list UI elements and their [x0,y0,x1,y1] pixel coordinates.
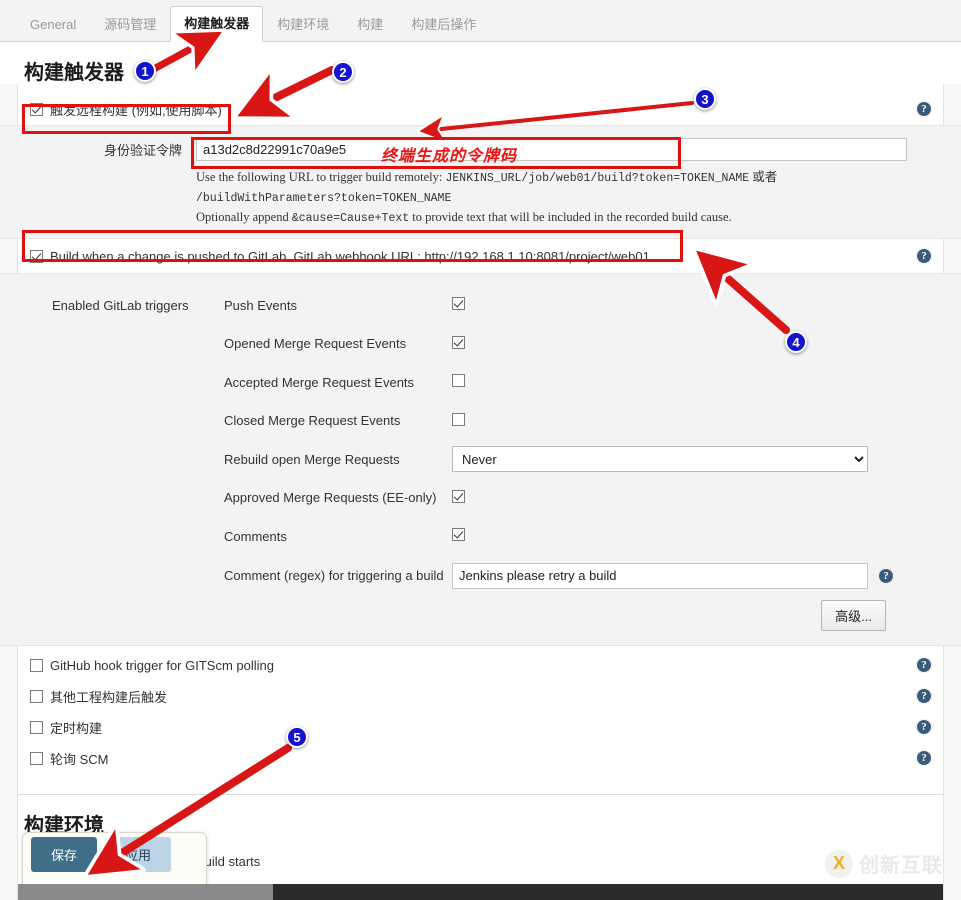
help-icon-scheduled-build[interactable]: ? [916,718,932,735]
annotation-marker-3: 3 [694,88,716,110]
trigger-name-closed-mr: Closed Merge Request Events [224,413,401,429]
table-row: Accepted Merge Request Events [0,363,961,402]
trigger-name-push: Push Events [224,297,297,313]
tab-post-build-actions[interactable]: 构建后操作 [397,9,490,42]
scheduled-build-label: 定时构建 [50,720,103,736]
comment-regex-input[interactable] [452,562,868,589]
help-icon-poll-scm[interactable]: ? [916,749,932,766]
comment-regex-label: Comment (regex) for triggering a build [224,568,444,583]
table-row: Opened Merge Request Events [0,325,961,364]
watermark: X 创新互联 [825,849,943,878]
auth-token-input[interactable] [196,137,907,161]
checkbox-accepted-merge-request-events[interactable] [452,374,465,388]
tab-build-environment[interactable]: 构建环境 [263,9,343,42]
help-text-cause: &cause=Cause+Text [291,212,410,225]
help-text-a: Use the following URL to trigger build r… [196,170,446,184]
gitlab-trigger-row[interactable]: Build when a change is pushed to GitLab.… [0,239,961,273]
help-icon-comment-regex[interactable]: ? [878,567,894,584]
watermark-logo-icon: X [825,849,853,878]
annotation-marker-2: 2 [332,61,354,83]
github-hook-trigger-row[interactable]: GitHub hook trigger for GITScm polling [0,650,961,681]
config-tab-bar: General 源码管理 构建触发器 构建环境 构建 构建后操作 [0,0,961,42]
approved-mr-label: Approved Merge Requests (EE-only) [224,490,437,506]
remote-trigger-checkbox[interactable] [30,102,43,116]
table-row: Comments [0,517,961,556]
tab-source-management[interactable]: 源码管理 [90,9,170,42]
annotation-marker-4: 4 [785,331,807,353]
table-row: Approved Merge Requests (EE-only) [0,479,961,518]
other-project-trigger-row[interactable]: 其他工程构建后触发 [0,681,961,712]
gitlab-trigger-checkbox[interactable] [30,249,43,263]
trigger-name-accepted-mr: Accepted Merge Request Events [224,374,415,390]
checkbox-github-hook-trigger[interactable] [30,658,43,672]
gitlab-triggers-panel: Enabled GitLab triggers Push Events Open… [0,273,961,646]
checkbox-opened-merge-request-events[interactable] [452,335,465,349]
checkbox-other-project-trigger[interactable] [30,689,43,703]
checkbox-comments[interactable] [452,528,465,542]
annotation-marker-1: 1 [134,60,156,82]
table-row: Comment (regex) for triggering a build ? [0,556,961,596]
help-icon-gitlab-trigger[interactable]: ? [916,248,932,264]
remote-trigger-label: 触发远程构建 (例如,使用脚本) [50,102,222,118]
jenkins-job-config-page: General 源码管理 构建触发器 构建环境 构建 构建后操作 构建触发器 触… [0,0,961,900]
advanced-button[interactable]: 高级... [821,599,886,631]
tab-build[interactable]: 构建 [343,9,397,42]
auth-token-help-line3: Optionally append &cause=Cause+Text to p… [0,208,961,228]
remote-trigger-block: 触发远程构建 (例如,使用脚本) ? [0,93,961,125]
poll-scm-label: 轮询 SCM [50,751,109,767]
config-content: 构建触发器 触发远程构建 (例如,使用脚本) ? 身份验证令牌 Use the … [0,42,961,900]
table-row: Rebuild open Merge Requests Never [0,440,961,479]
checkbox-push-events[interactable] [452,297,465,311]
tab-build-triggers[interactable]: 构建触发器 [170,6,264,42]
annotation-note-token: 终端生成的令牌码 [381,146,518,165]
watermark-text: 创新互联 [859,855,943,877]
checkbox-closed-merge-request-events[interactable] [452,412,465,426]
gitlab-trigger-block: Build when a change is pushed to GitLab.… [0,239,961,273]
poll-scm-row[interactable]: 轮询 SCM [0,743,961,774]
help-text-b: 或者 [749,170,778,184]
table-row: Enabled GitLab triggers Push Events [0,286,961,325]
enabled-gitlab-triggers-label: Enabled GitLab triggers [52,297,189,313]
tab-general[interactable]: General [16,9,90,42]
help-icon-github-hook[interactable]: ? [916,656,932,673]
other-triggers-block: GitHub hook trigger for GITScm polling ?… [0,646,961,774]
help-text-url2: /buildWithParameters?token=TOKEN_NAME [196,192,452,205]
table-row: Closed Merge Request Events [0,402,961,441]
checkbox-scheduled-build[interactable] [30,720,43,734]
checkbox-poll-scm[interactable] [30,751,43,765]
auth-token-label: 身份验证令牌 [103,142,182,158]
save-bar: 保存 应用 [22,832,207,890]
comments-label: Comments [224,528,287,544]
help-text-d: to provide text that will be included in… [409,210,732,224]
help-icon-remote-trigger[interactable]: ? [916,101,932,117]
auth-token-help-line2: /buildWithParameters?token=TOKEN_NAME [0,188,961,208]
annotation-marker-5: 5 [286,726,308,748]
rebuild-open-mr-label: Rebuild open Merge Requests [224,451,400,467]
trigger-name-opened-mr: Opened Merge Request Events [224,336,407,352]
auth-token-help-line1: Use the following URL to trigger build r… [0,164,961,188]
checkbox-approved-merge-requests[interactable] [452,489,465,503]
help-text-c: Optionally append [196,210,292,224]
gitlab-trigger-label: Build when a change is pushed to GitLab.… [50,248,650,264]
help-text-url1: JENKINS_URL/job/web01/build?token=TOKEN_… [445,172,750,185]
remote-trigger-row[interactable]: 触发远程构建 (例如,使用脚本) [0,93,961,125]
rebuild-open-merge-requests-select[interactable]: Never [452,446,868,473]
help-icon-other-project[interactable]: ? [916,687,932,704]
other-project-trigger-label: 其他工程构建后触发 [50,689,168,705]
github-hook-trigger-label: GitHub hook trigger for GITScm polling [50,657,274,673]
scheduled-build-row[interactable]: 定时构建 [0,712,961,743]
horizontal-scrollbar-thumb[interactable] [18,884,273,900]
save-button[interactable]: 保存 [31,837,98,872]
apply-button[interactable]: 应用 [105,837,172,872]
